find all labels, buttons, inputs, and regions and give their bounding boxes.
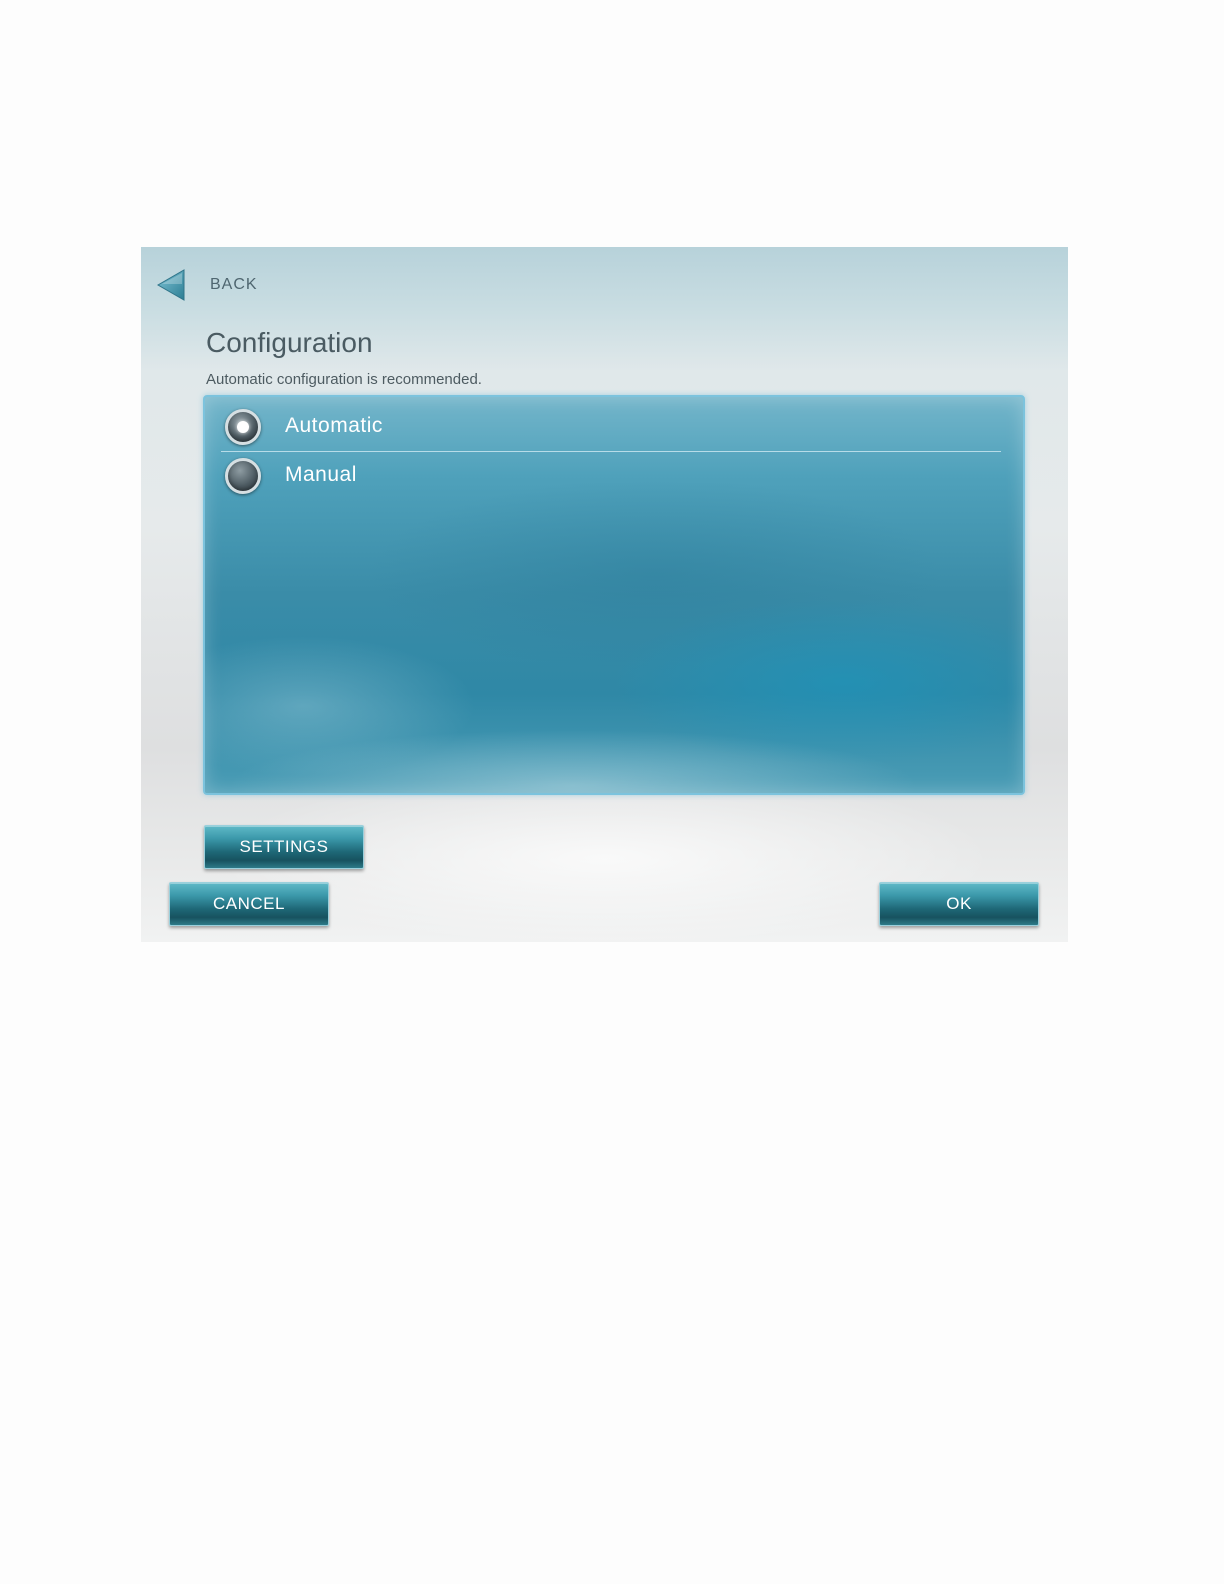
options-panel: Automatic Manual <box>203 395 1025 795</box>
radio-dot <box>237 421 249 433</box>
page-subtitle: Automatic configuration is recommended. <box>206 371 482 388</box>
option-automatic-label: Automatic <box>285 414 383 437</box>
back-label: BACK <box>210 276 258 293</box>
ok-button[interactable]: OK <box>879 882 1039 926</box>
back-button[interactable]: BACK <box>157 269 277 301</box>
configuration-screen: BACK Configuration Automatic configurati… <box>141 247 1068 942</box>
option-manual[interactable]: Manual <box>221 452 1001 500</box>
option-manual-label: Manual <box>285 463 357 486</box>
radio-selected-icon[interactable] <box>225 409 261 445</box>
back-arrow-icon <box>157 269 185 301</box>
cancel-button[interactable]: CANCEL <box>169 882 329 926</box>
option-automatic[interactable]: Automatic <box>221 403 1001 452</box>
radio-unselected-icon[interactable] <box>225 458 261 494</box>
page-title: Configuration <box>206 327 373 358</box>
settings-button[interactable]: SETTINGS <box>204 825 364 869</box>
